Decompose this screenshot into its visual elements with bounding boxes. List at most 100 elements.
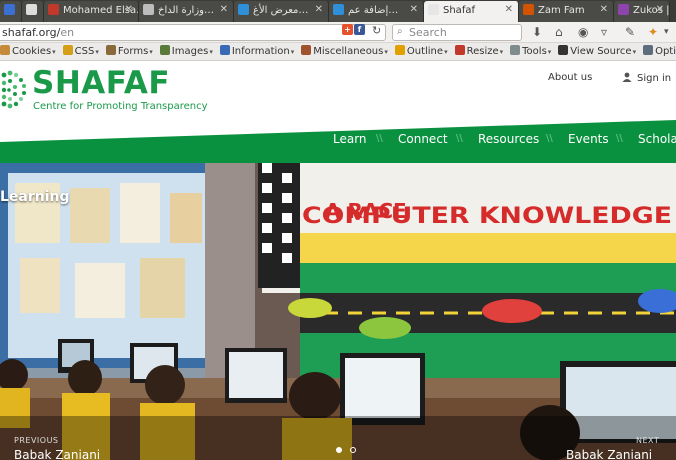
nav-item-resources[interactable]: Resources: [478, 132, 539, 146]
dropdown-caret-icon: ▾: [209, 48, 213, 56]
devtool-menu-css[interactable]: CSS▾: [62, 45, 99, 57]
next-slide-name[interactable]: Babak Zaniani: [566, 448, 652, 460]
tab-favicon-icon: [618, 4, 629, 15]
browser-tab-3[interactable]: Mohamed Elsa… ✕: [44, 1, 139, 22]
next-label[interactable]: NEXT: [636, 436, 659, 445]
extension-icon[interactable]: ✦: [648, 25, 658, 39]
devtool-menu-options[interactable]: Options▾: [643, 45, 676, 57]
tab-label: وزارة الداخ…: [158, 5, 214, 16]
previous-slide-name[interactable]: Babak Zaniani: [14, 448, 100, 460]
tab-close-icon[interactable]: ✕: [505, 4, 513, 15]
browser-tab-5[interactable]: معرض الأغ… ✕: [234, 1, 329, 22]
previous-label[interactable]: PREVIOUS: [14, 436, 59, 445]
tab-favicon-icon: [428, 4, 439, 15]
browser-tab-2[interactable]: [22, 1, 44, 22]
chat-icon[interactable]: ◉: [578, 25, 588, 39]
dropdown-caret-icon: ▾: [499, 48, 504, 56]
sign-in-link[interactable]: Sign in: [622, 72, 671, 84]
tab-close-icon[interactable]: ✕: [656, 4, 664, 15]
devtool-label: Options: [655, 46, 676, 57]
download-icon[interactable]: ⬇: [532, 25, 542, 39]
nav-item-events[interactable]: Events: [568, 132, 609, 146]
devtool-menu-images[interactable]: Images▾: [159, 45, 213, 57]
pocket-icon[interactable]: ▿: [601, 25, 607, 39]
about-us-link[interactable]: About us: [548, 72, 592, 83]
devtool-label: Cookies: [12, 46, 52, 57]
nav-item-connect[interactable]: Connect: [398, 132, 448, 146]
devtool-menu-resize[interactable]: Resize▾: [454, 45, 504, 57]
browser-tab-8[interactable]: Zam Fam ✕: [519, 1, 614, 22]
dropdown-caret-icon: ▾: [290, 48, 295, 56]
browser-tab-strip: Mohamed Elsa… ✕ وزارة الداخ… ✕ معرض الأغ… ✕ إض…: [0, 0, 676, 22]
carousel-dot-2[interactable]: [350, 447, 356, 453]
tab-close-icon[interactable]: ✕: [410, 4, 418, 15]
devtool-menu-cookies[interactable]: Cookies▾: [0, 45, 56, 57]
browser-tab-6[interactable]: إضافة عم… ✕: [329, 1, 424, 22]
nav-item-scholar[interactable]: Scholar: [638, 132, 676, 146]
site-logo[interactable]: SHAFAF: [32, 65, 170, 101]
dropdown-caret-icon: ▾: [52, 48, 56, 56]
devtool-menu-view-source[interactable]: View Source▾: [558, 45, 636, 57]
carousel-dot-1[interactable]: [336, 447, 342, 453]
devtool-menu-information[interactable]: Information▾: [219, 45, 295, 57]
tab-label: إضافة عم…: [348, 5, 399, 16]
nav-item-learn[interactable]: Learn: [333, 132, 367, 146]
facebook-icon[interactable]: f: [354, 24, 365, 35]
tab-favicon-icon: [143, 4, 154, 15]
search-input[interactable]: ⌕ Search: [392, 24, 522, 41]
devtool-resize-icon: [454, 45, 465, 55]
devtool-forms-icon: [105, 45, 116, 55]
tab-favicon-icon: [26, 4, 37, 15]
devtool-menu-forms[interactable]: Forms▾: [105, 45, 153, 57]
hero-title: Learning: [0, 189, 70, 205]
tab-label: Zam Fam: [538, 5, 585, 16]
devtool-label: View Source: [570, 46, 632, 57]
url-bar[interactable]: shafaf.org/en: [0, 24, 386, 41]
url-host: shafaf.org/: [2, 26, 61, 39]
home-icon[interactable]: ⌂: [555, 25, 563, 39]
tab-close-icon[interactable]: ✕: [315, 4, 323, 15]
tab-close-icon[interactable]: ✕: [125, 4, 133, 15]
browser-nav-bar: shafaf.org/en + f ↻ ⌕ Search ⬇ ⌂ ◉ ▿ ✎ ✦…: [0, 22, 676, 43]
browser-tab-7[interactable]: Shafaf ✕: [424, 1, 519, 22]
site-tagline: Centre for Promoting Transparency: [33, 101, 208, 112]
browser-tab-9[interactable]: Zukos | Zu…✕: [614, 1, 670, 22]
dropdown-caret-icon: ▾: [444, 48, 448, 56]
tab-favicon-icon: [4, 4, 15, 15]
tab-label: Zukos | Zu…: [633, 5, 670, 16]
devtool-options-icon: [643, 45, 654, 55]
browser-tab-4[interactable]: وزارة الداخ… ✕: [139, 1, 234, 22]
dropdown-caret-icon: ▾: [547, 48, 552, 56]
tab-close-icon[interactable]: ✕: [220, 4, 228, 15]
tab-label: معرض الأغ…: [253, 5, 309, 16]
devtool-label: Information: [231, 46, 290, 57]
dropdown-caret-icon: ▾: [384, 48, 388, 56]
devtool-outline-icon: [394, 45, 405, 55]
tab-close-icon[interactable]: ✕: [600, 4, 608, 15]
devtool-css-icon: [62, 45, 73, 55]
devtool-view-source-icon: [558, 45, 569, 55]
devtool-label: Outline: [406, 46, 444, 57]
dropdown-caret-icon: ▾: [95, 48, 99, 56]
devtool-tools-icon: [510, 45, 521, 55]
devtool-cookies-icon: [0, 45, 10, 55]
browser-tab-1[interactable]: [0, 1, 22, 22]
devtool-menu-outline[interactable]: Outline▾: [394, 45, 448, 57]
devtool-label: Miscellaneous: [313, 46, 384, 57]
devtool-menu-tools[interactable]: Tools▾: [510, 45, 551, 57]
tab-favicon-icon: [523, 4, 534, 15]
devtool-miscellaneous-icon: [301, 45, 312, 55]
devtool-images-icon: [159, 45, 170, 55]
banner-text-main: COMPUTER KNOWLEDGE: [302, 204, 672, 229]
nav-separator: \\: [546, 133, 553, 144]
reload-icon[interactable]: ↻: [372, 24, 381, 37]
devtool-menu-miscellaneous[interactable]: Miscellaneous▾: [301, 45, 388, 57]
main-nav-band: Learn Connect Resources Events Scholar \\ \\ \\…: [0, 120, 676, 163]
addon-plus-icon[interactable]: +: [342, 24, 353, 35]
devtool-label: Images: [171, 46, 209, 57]
tab-favicon-icon: [48, 4, 59, 15]
hero-carousel[interactable]: A RACE COMPUTER KNOWLEDGE Learning PREVI…: [0, 163, 676, 460]
site-header: SHAFAF Centre for Promoting Transparency…: [0, 61, 676, 120]
pen-icon[interactable]: ✎: [625, 25, 635, 39]
menu-chevron-icon[interactable]: ▾: [664, 27, 669, 37]
